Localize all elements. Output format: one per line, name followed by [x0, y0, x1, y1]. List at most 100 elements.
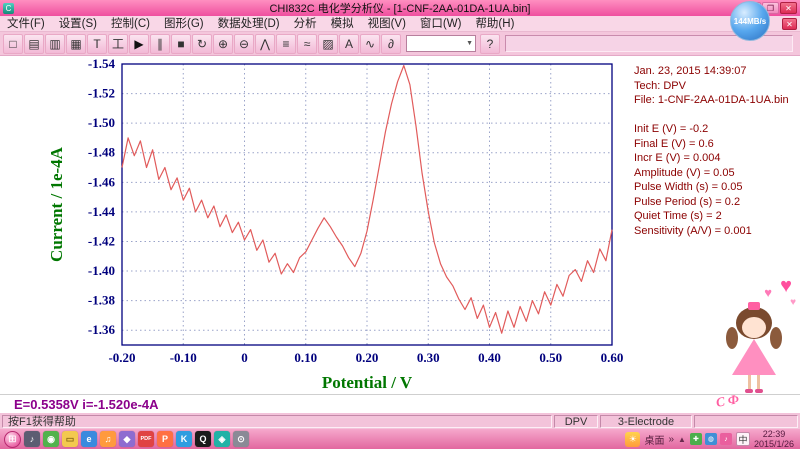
- experiment-info-panel: Jan. 23, 2015 14:39:07 Tech: DPV File: 1-C…: [634, 64, 798, 238]
- x-tick-label: 0.10: [294, 350, 317, 365]
- ie-browser-icon[interactable]: e: [81, 431, 97, 447]
- close-button[interactable]: ✕: [780, 2, 797, 14]
- menu-items: 文件(F) 设置(S) 控制(C) 图形(G) 数据处理(D) 分析 模拟 视图(V) 窗口(W…: [0, 16, 521, 32]
- technique-dropdown[interactable]: ▼: [406, 35, 476, 52]
- info-line: Tech: DPV: [634, 79, 686, 92]
- taskbar: ⊞ ♪ ◉ ▭ e ♫ ◆ PDF P K Q ◈ ⊙ ☀ 桌面 » ▲ ✚ ◍ ♪ 中 22:39 20…: [0, 429, 800, 449]
- x-tick-label: 0.40: [478, 350, 501, 365]
- zoom-out-button[interactable]: ⊖: [234, 33, 254, 54]
- net-speed-widget[interactable]: 144MB/s: [730, 1, 770, 41]
- kugou-icon[interactable]: K: [176, 431, 192, 447]
- data-list-button[interactable]: ≡: [276, 33, 296, 54]
- info-line: Final E (V) = 0.6: [634, 137, 714, 150]
- x-axis-title: Potential / V: [322, 373, 413, 392]
- start-button[interactable]: ⊞: [4, 430, 21, 448]
- sticker-letters: С Ф: [714, 391, 741, 410]
- reader-icon[interactable]: ⊙: [233, 431, 249, 447]
- font-options-button[interactable]: A: [339, 33, 359, 54]
- info-line: File: 1-CNF-2AA-01DA-1UA.bin: [634, 94, 789, 106]
- y-tick-label: -1.48: [88, 145, 116, 160]
- pause-button[interactable]: ∥: [150, 33, 170, 54]
- menu-item-file[interactable]: 文件(F): [0, 16, 52, 32]
- color-options-button[interactable]: ▨: [318, 33, 338, 54]
- x-tick-label: 0: [241, 350, 248, 365]
- folder-icon[interactable]: ▭: [62, 431, 78, 447]
- qq-icon[interactable]: Q: [195, 431, 211, 447]
- info-line: Amplitude (V) = 0.05: [634, 166, 735, 179]
- menu-item-analysis[interactable]: 分析: [287, 16, 324, 32]
- help-button[interactable]: ?: [480, 33, 500, 54]
- weather-icon[interactable]: ☀: [625, 431, 641, 447]
- peak-measure-button[interactable]: ⋀: [255, 33, 275, 54]
- menu-item-help[interactable]: 帮助(H): [468, 16, 521, 32]
- music-player-icon[interactable]: ♪: [24, 431, 40, 447]
- browser-360-icon[interactable]: ◉: [43, 431, 59, 447]
- menu-item-control[interactable]: 控制(C): [104, 16, 157, 32]
- menu-item-settings[interactable]: 设置(S): [52, 16, 104, 32]
- ppt-icon[interactable]: P: [157, 431, 173, 447]
- new-file-button[interactable]: □: [3, 33, 23, 54]
- tray-security-icon[interactable]: ✚: [689, 433, 702, 445]
- heart-icon: ♥: [790, 297, 796, 308]
- plot-work-area: -0.20 -0.10 0 0.10 0.20 0.30 0.40 0.50 0.60 -1.54…: [0, 56, 800, 394]
- run-button[interactable]: ▶: [129, 33, 149, 54]
- menu-item-view[interactable]: 视图(V): [361, 16, 413, 32]
- girl-shoe: [755, 389, 763, 393]
- pdf-reader-icon[interactable]: PDF: [138, 431, 154, 447]
- y-axis-title: Current / 1e-4A: [47, 146, 66, 262]
- document-close-button[interactable]: ✕: [782, 17, 797, 30]
- desktop-toolbar-label[interactable]: 桌面: [644, 432, 664, 447]
- girl-leg: [757, 375, 760, 390]
- clock-date: 2015/1/26: [753, 439, 794, 449]
- info-line: Pulse Width (s) = 0.05: [634, 181, 743, 193]
- cursor-readout: E=0.5358V i=-1.520e-4A: [14, 397, 159, 412]
- y-tick-label: -1.36: [88, 322, 116, 337]
- menu-item-graphics[interactable]: 图形(G): [157, 16, 211, 32]
- y-tick-label: -1.52: [88, 86, 115, 101]
- title-bar: C CHI832C 电化学分析仪 - [1-CNF-2AA-01DA-1UA.b…: [0, 0, 800, 16]
- taskbar-clock[interactable]: 22:39 2015/1/26: [754, 429, 796, 449]
- system-tray: ☀ 桌面 » ▲ ✚ ◍ ♪ 中 22:39 2015/1/26: [625, 429, 796, 449]
- girl-leg: [748, 375, 751, 390]
- girl-dress: [732, 339, 776, 375]
- status-electrode: 3-Electrode: [600, 414, 692, 428]
- menu-bar: 文件(F) 设置(S) 控制(C) 图形(G) 数据处理(D) 分析 模拟 视图(V) 窗口(W…: [0, 16, 800, 32]
- tray-music-icon[interactable]: ♪: [719, 433, 732, 445]
- tool-icon[interactable]: ◆: [119, 431, 135, 447]
- x-tick-label: -0.10: [170, 350, 197, 365]
- menu-item-simulation[interactable]: 模拟: [324, 16, 361, 32]
- window-title: CHI832C 电化学分析仪 - [1-CNF-2AA-01DA-1UA.bin…: [269, 3, 531, 15]
- info-line: Quiet Time (s) = 2: [634, 210, 722, 222]
- tray-network-icon[interactable]: ◍: [704, 433, 717, 445]
- print-button[interactable]: ▦: [66, 33, 86, 54]
- tray-mini-icons: ✚ ◍ ♪: [689, 433, 732, 445]
- overlay-plots-button[interactable]: ≈: [297, 33, 317, 54]
- status-technique: DPV: [554, 414, 598, 428]
- save-button[interactable]: ▥: [45, 33, 65, 54]
- tray-expand-icon[interactable]: ▲: [678, 435, 686, 444]
- smooth-button[interactable]: ∿: [360, 33, 380, 54]
- heart-icon: ♥: [764, 285, 772, 300]
- messenger-icon[interactable]: ◈: [214, 431, 230, 447]
- x-tick-label: 0.50: [539, 350, 562, 365]
- heart-icon: ♥: [780, 275, 792, 297]
- reverse-scan-button[interactable]: ↻: [192, 33, 212, 54]
- zoom-in-button[interactable]: ⊕: [213, 33, 233, 54]
- y-tick-label: -1.40: [88, 263, 115, 278]
- desktop-toolbar-chevron[interactable]: »: [668, 434, 674, 445]
- derivative-button[interactable]: ∂: [381, 33, 401, 54]
- status-help-text: 按F1获得帮助: [2, 414, 552, 428]
- dpv-chart: -0.20 -0.10 0 0.10 0.20 0.30 0.40 0.50 0.60 -1.54…: [47, 56, 623, 392]
- menu-item-window[interactable]: 窗口(W): [413, 16, 469, 32]
- info-line: Sensitivity (A/V) = 0.001: [634, 224, 752, 237]
- menu-item-data-processing[interactable]: 数据处理(D): [211, 16, 287, 32]
- open-file-button[interactable]: ▤: [24, 33, 44, 54]
- input-method-indicator[interactable]: 中: [735, 432, 750, 446]
- stop-button[interactable]: ■: [171, 33, 191, 54]
- y-tick-label: -1.54: [88, 56, 116, 71]
- media-icon[interactable]: ♫: [100, 431, 116, 447]
- parameters-button[interactable]: 工: [108, 33, 128, 54]
- y-tick-label: -1.38: [88, 293, 116, 308]
- status-bar: 按F1获得帮助 DPV 3-Electrode: [0, 413, 800, 429]
- technique-button[interactable]: T: [87, 33, 107, 54]
